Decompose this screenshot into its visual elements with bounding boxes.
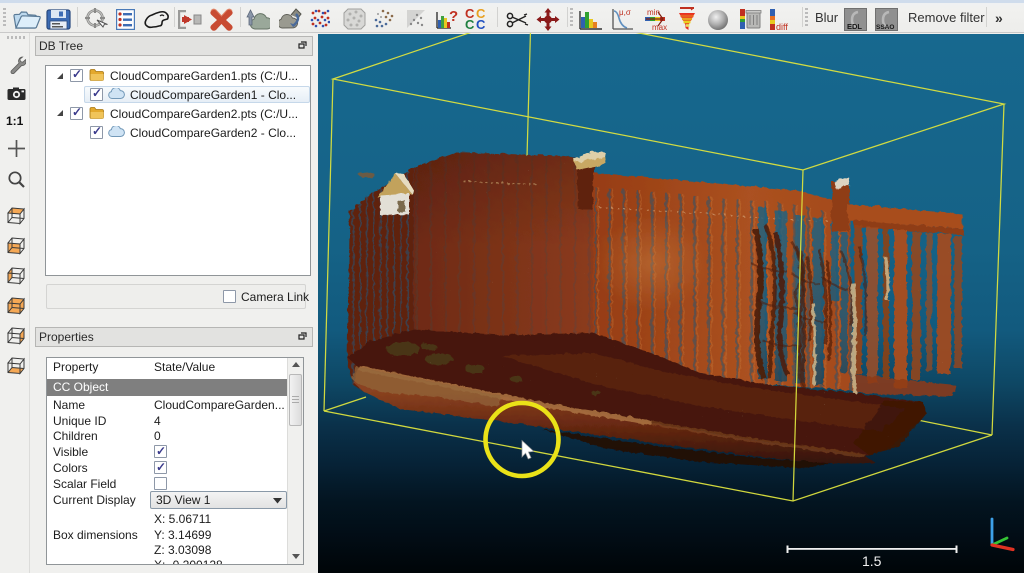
svg-text:diff: diff	[776, 22, 788, 31]
svg-text:C: C	[465, 17, 475, 30]
svg-text:1.5: 1.5	[862, 553, 882, 569]
svg-text:?: ?	[449, 8, 458, 25]
svg-text:SSAO: SSAO	[876, 24, 894, 31]
svg-text:μ,σ: μ,σ	[619, 8, 631, 17]
svg-text:EDL: EDL	[847, 22, 862, 31]
svg-text:C: C	[476, 17, 486, 30]
